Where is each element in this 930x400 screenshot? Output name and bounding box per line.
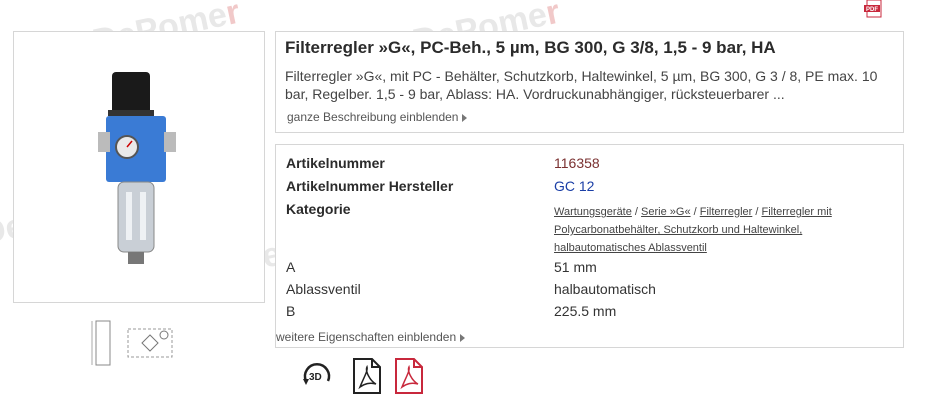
property-label: A (286, 259, 296, 275)
chevron-right-icon (462, 113, 468, 122)
pdf-red-icon[interactable] (392, 357, 426, 395)
show-description-link[interactable]: ganze Beschreibung einblenden (287, 110, 468, 124)
filter-regulator-image (98, 72, 176, 264)
property-value: 51 mm (554, 259, 597, 275)
show-description-label[interactable]: ganze Beschreibung einblenden (287, 110, 458, 124)
product-title: Filterregler »G«, PC-Beh., 5 µm, BG 300,… (285, 38, 776, 57)
manufacturer-number-link[interactable]: GC 12 (554, 178, 594, 194)
show-more-properties-link[interactable]: weitere Eigenschaften einblenden (276, 330, 466, 344)
drawing-thumbnail[interactable] (87, 318, 185, 368)
pdf-outline-icon[interactable] (350, 357, 384, 395)
property-label: Kategorie (286, 201, 351, 217)
category-link[interactable]: Filterregler (700, 206, 753, 218)
property-value: halbautomatisch (554, 281, 656, 297)
property-label: Artikelnummer (286, 155, 385, 171)
property-label: Artikelnummer Hersteller (286, 178, 454, 194)
separator: / (631, 206, 642, 218)
properties-table: Artikelnummer 116358 Artikelnummer Herst… (275, 144, 904, 348)
category-link[interactable]: Serie »G« (641, 206, 691, 218)
separator: / (690, 206, 700, 218)
article-number-value: 116358 (554, 155, 600, 171)
chevron-right-icon (460, 333, 466, 342)
pdf-icon[interactable]: PDF (864, 0, 886, 18)
product-image[interactable] (13, 31, 265, 303)
property-label: Ablassventil (286, 281, 361, 297)
category-link[interactable]: Wartungsgeräte (554, 206, 632, 218)
property-label: B (286, 303, 296, 319)
category-breadcrumb: Wartungsgeräte / Serie »G« / Filterregle… (554, 203, 854, 257)
product-summary: Filterregler »G«, PC-Beh., 5 µm, BG 300,… (275, 31, 904, 133)
product-description: Filterregler »G«, mit PC - Behälter, Sch… (285, 68, 878, 102)
rotate-3d-icon[interactable]: 3D (300, 357, 334, 395)
svg-text:3D: 3D (309, 372, 322, 383)
property-value: 225.5 mm (554, 303, 617, 319)
svg-text:PDF: PDF (866, 7, 878, 13)
show-more-label[interactable]: weitere Eigenschaften einblenden (276, 330, 456, 344)
